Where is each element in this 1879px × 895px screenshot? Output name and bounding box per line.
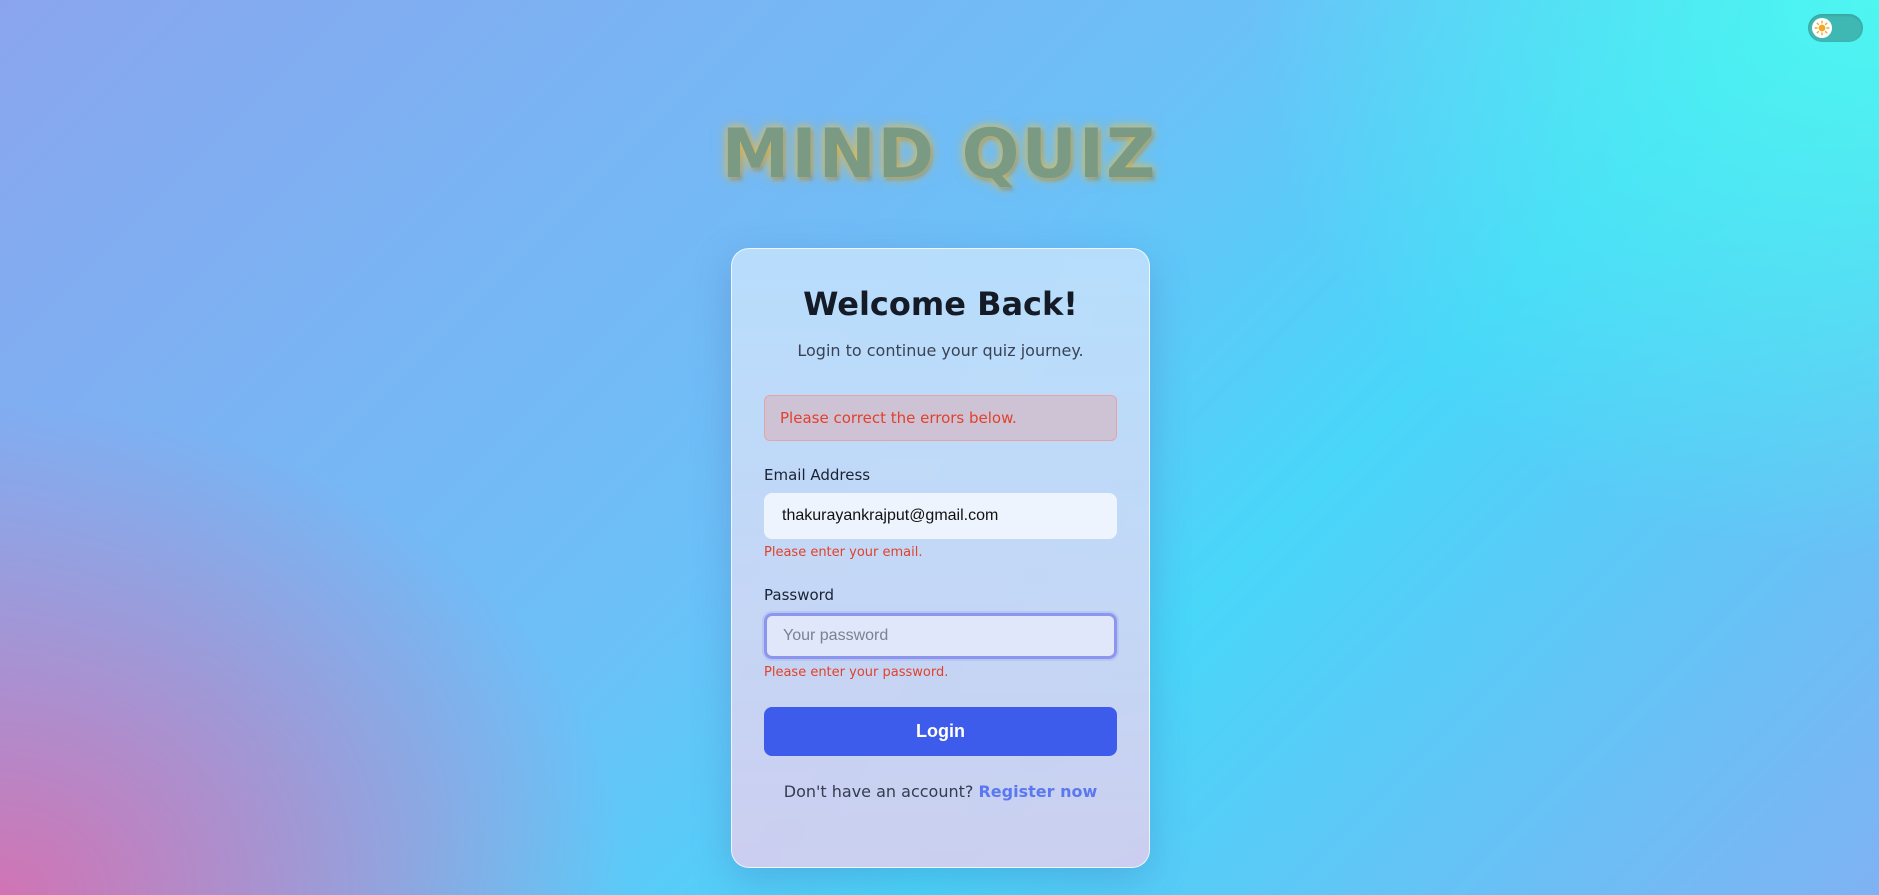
- email-error: Please enter your email.: [764, 545, 923, 560]
- card-subtitle: Login to continue your quiz journey.: [797, 341, 1084, 360]
- email-label: Email Address: [764, 466, 871, 484]
- password-field[interactable]: [764, 613, 1117, 659]
- email-field[interactable]: [764, 493, 1117, 539]
- login-button[interactable]: Login: [764, 707, 1117, 756]
- card-title: Welcome Back!: [803, 285, 1078, 323]
- theme-toggle-knob: [1812, 18, 1832, 38]
- theme-toggle[interactable]: [1808, 14, 1863, 42]
- password-label: Password: [764, 586, 835, 604]
- error-alert: Please correct the errors below.: [764, 395, 1117, 441]
- password-error: Please enter your password.: [764, 665, 949, 680]
- brand-title: MIND QUIZ: [721, 115, 1158, 194]
- sun-icon: [1814, 20, 1830, 36]
- register-prompt: Don't have an account?: [783, 782, 974, 801]
- login-card: Welcome Back! Login to continue your qui…: [731, 248, 1150, 868]
- register-link[interactable]: Register now: [978, 782, 1097, 801]
- error-alert-text: Please correct the errors below.: [780, 409, 1017, 427]
- register-row: Don't have an account? Register now: [764, 782, 1117, 801]
